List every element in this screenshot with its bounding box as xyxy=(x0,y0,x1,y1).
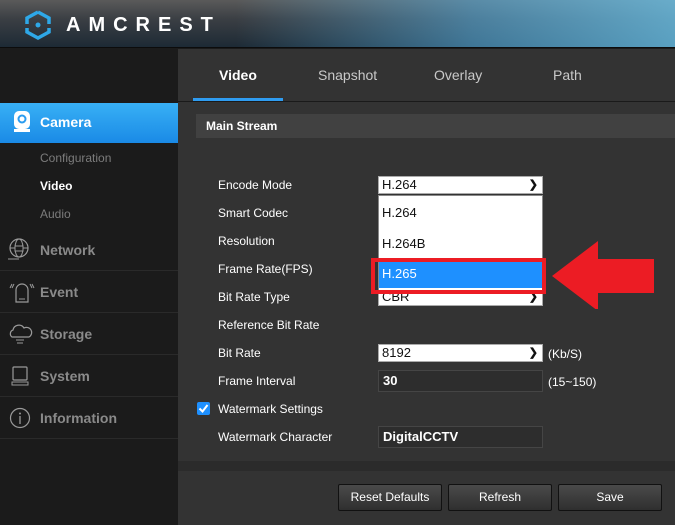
frame-interval-range: (15~150) xyxy=(548,375,597,389)
sidebar-item-network[interactable]: Network xyxy=(0,229,178,271)
sidebar-item-label: Storage xyxy=(40,326,93,342)
tab-path[interactable]: Path xyxy=(553,67,582,83)
section-title: Main Stream xyxy=(206,119,278,133)
resolution-label: Resolution xyxy=(218,234,275,248)
dropdown-option[interactable]: H.264B xyxy=(382,236,425,251)
watermark-settings-label: Watermark Settings xyxy=(218,402,323,416)
bit-rate-unit: (Kb/S) xyxy=(548,347,583,361)
chevron-down-icon: ❯ xyxy=(528,347,538,359)
main-panel: Video Snapshot Overlay Path Main Stream … xyxy=(178,49,675,525)
watermark-character-label: Watermark Character xyxy=(218,430,333,444)
annotation-arrow-icon xyxy=(552,241,654,309)
globe-network-icon xyxy=(8,238,29,260)
active-tab-indicator xyxy=(193,98,283,101)
sidebar-item-system[interactable]: System xyxy=(0,355,178,397)
watermark-settings-checkbox[interactable] xyxy=(197,402,210,415)
sidebar-item-label: Information xyxy=(40,410,117,426)
footer-divider xyxy=(178,461,675,471)
amcrest-logo-icon xyxy=(25,10,51,40)
refresh-button[interactable]: Refresh xyxy=(448,484,552,511)
sidebar-subitem-video[interactable]: Video xyxy=(40,179,72,193)
tab-video[interactable]: Video xyxy=(219,67,257,83)
bit-rate-value: 8192 xyxy=(382,345,411,360)
frame-interval-input[interactable]: 30 xyxy=(378,370,543,392)
chevron-down-icon: ❯ xyxy=(528,179,538,191)
encode-mode-label: Encode Mode xyxy=(218,178,293,192)
computer-system-icon xyxy=(11,366,29,386)
sidebar-item-label: Camera xyxy=(40,114,92,130)
tab-overlay[interactable]: Overlay xyxy=(434,67,482,83)
sidebar-item-storage[interactable]: Storage xyxy=(0,313,178,355)
sidebar-item-label: Event xyxy=(40,284,79,300)
bit-rate-type-label: Bit Rate Type xyxy=(218,290,290,304)
save-button[interactable]: Save xyxy=(558,484,662,511)
frame-rate-label: Frame Rate(FPS) xyxy=(218,262,313,276)
brand-logo: AMCREST xyxy=(24,10,221,40)
sidebar-item-label: System xyxy=(40,368,90,384)
sidebar-subitem-configuration[interactable]: Configuration xyxy=(40,151,111,165)
info-icon xyxy=(9,407,31,429)
sidebar-item-event[interactable]: Event xyxy=(0,271,178,313)
sidebar-item-information[interactable]: Information xyxy=(0,397,178,439)
checkmark-icon xyxy=(198,404,209,414)
alarm-event-icon xyxy=(9,283,35,303)
tab-snapshot[interactable]: Snapshot xyxy=(318,67,377,83)
encode-mode-select[interactable]: H.264 ❯ xyxy=(378,176,543,194)
frame-interval-label: Frame Interval xyxy=(218,374,296,388)
bit-rate-select[interactable]: 8192 ❯ xyxy=(378,344,543,362)
dropdown-option[interactable]: H.264 xyxy=(382,205,417,220)
section-header: Main Stream xyxy=(196,114,675,138)
cloud-storage-icon xyxy=(9,324,33,344)
sidebar-item-label: Network xyxy=(40,242,96,258)
brand-name: AMCREST xyxy=(66,13,221,36)
tab-bar: Video Snapshot Overlay Path xyxy=(178,49,675,102)
sidebar-subitem-audio[interactable]: Audio xyxy=(40,207,71,221)
encode-mode-value: H.264 xyxy=(382,177,417,192)
reference-bit-rate-label: Reference Bit Rate xyxy=(218,318,320,332)
sidebar: Camera Configuration Video Audio Network… xyxy=(0,49,188,525)
reset-defaults-button[interactable]: Reset Defaults xyxy=(338,484,442,511)
bit-rate-label: Bit Rate xyxy=(218,346,261,360)
sidebar-item-camera[interactable]: Camera xyxy=(0,103,188,143)
app-header: AMCREST xyxy=(0,0,675,48)
watermark-character-input[interactable]: DigitalCCTV xyxy=(378,426,543,448)
camera-icon xyxy=(14,111,30,132)
annotation-highlight-box xyxy=(371,258,546,294)
smart-codec-label: Smart Codec xyxy=(218,206,289,220)
